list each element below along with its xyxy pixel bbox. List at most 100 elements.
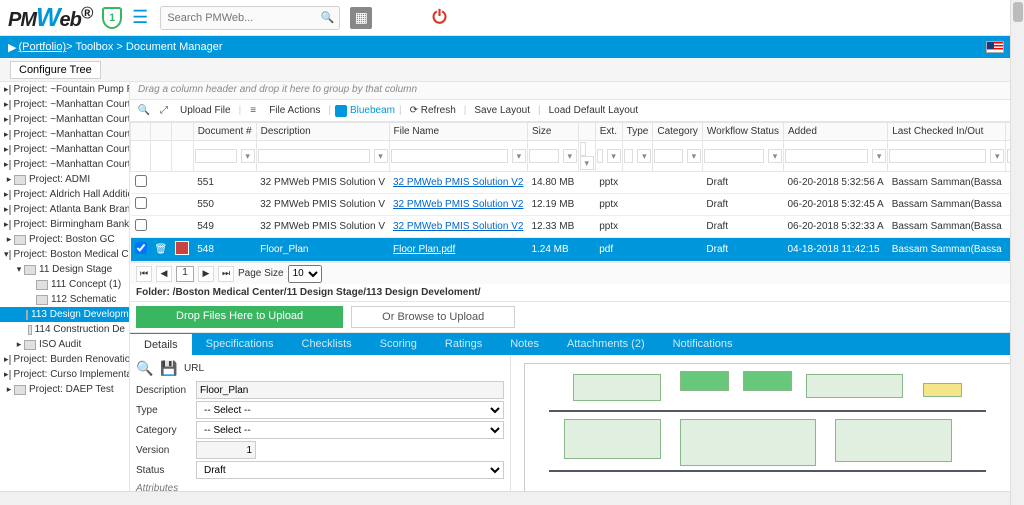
tree-item[interactable]: ▸ Project: ~Manhattan Courth: [0, 157, 129, 172]
column-header[interactable]: [131, 123, 151, 141]
filter-icon[interactable]: ▾: [637, 149, 651, 163]
calendar-icon[interactable]: ▦: [350, 7, 372, 29]
filter-icon[interactable]: ▾: [563, 149, 577, 163]
file-link[interactable]: 32 PMWeb PMIS Solution V2: [393, 199, 523, 210]
table-row[interactable]: 🗑548Floor_PlanFloor Plan.pdf1.24 MBpdfDr…: [131, 238, 1024, 262]
column-header[interactable]: Workflow Status: [702, 123, 783, 141]
page-v-scrollbar[interactable]: [1010, 0, 1024, 505]
detail-version[interactable]: [196, 441, 256, 459]
column-header[interactable]: Added: [783, 123, 887, 141]
flag-icon[interactable]: [986, 41, 1004, 53]
search-icon[interactable]: 🔍: [315, 11, 339, 24]
tree-item[interactable]: 111 Concept (1): [0, 277, 129, 292]
zoom-icon[interactable]: 🔍: [136, 103, 152, 119]
detail-status[interactable]: Draft: [196, 461, 504, 479]
page-h-scrollbar[interactable]: [0, 491, 1010, 505]
file-link[interactable]: 32 PMWeb PMIS Solution V2: [393, 177, 523, 188]
tab-attachments-[interactable]: Attachments (2): [553, 333, 659, 355]
tree-item[interactable]: ▸ Project: ADMI: [0, 172, 129, 187]
tab-details[interactable]: Details: [130, 333, 192, 355]
pager-first[interactable]: ⏮: [136, 266, 152, 282]
column-header[interactable]: Last Checked In/Out: [888, 123, 1006, 141]
configure-tree-button[interactable]: Configure Tree: [10, 61, 101, 79]
detail-zoom-icon[interactable]: 🔍: [136, 359, 154, 377]
expand-icon[interactable]: ⤢: [156, 103, 172, 119]
filter-icon[interactable]: ▾: [687, 149, 701, 163]
menu-icon[interactable]: ☰: [132, 7, 148, 28]
filter-input[interactable]: [889, 149, 986, 163]
project-tree[interactable]: ▸ Project: ~Fountain Pump Re▸ Project: ~…: [0, 82, 130, 505]
tab-checklists[interactable]: Checklists: [288, 333, 366, 355]
filter-icon[interactable]: ▾: [580, 156, 594, 170]
search-input[interactable]: [161, 12, 315, 24]
tab-specifications[interactable]: Specifications: [192, 333, 288, 355]
tab-scoring[interactable]: Scoring: [366, 333, 431, 355]
column-header[interactable]: Description: [256, 123, 389, 141]
column-header[interactable]: File Name: [389, 123, 527, 141]
tree-item[interactable]: ▸ Project: Burden Renovation: [0, 352, 129, 367]
filter-icon[interactable]: ▾: [512, 149, 526, 163]
tree-item[interactable]: ▸ ISO Audit: [0, 337, 129, 352]
drop-files-button[interactable]: Drop Files Here to Upload: [136, 306, 343, 328]
page-size-select[interactable]: 10: [288, 265, 322, 283]
tree-item[interactable]: ▸ Project: Curso Implementac: [0, 367, 129, 382]
tree-item[interactable]: 114 Construction De: [0, 322, 129, 337]
load-layout-button[interactable]: Load Default Layout: [545, 105, 643, 116]
tree-item[interactable]: ▸ Project: ~Manhattan Courth: [0, 112, 129, 127]
filter-input[interactable]: [580, 142, 586, 156]
group-by-hint[interactable]: Drag a column header and drop it here to…: [130, 82, 1024, 100]
tree-item[interactable]: 112 Schematic: [0, 292, 129, 307]
filter-input[interactable]: [654, 149, 683, 163]
save-layout-button[interactable]: Save Layout: [470, 105, 534, 116]
row-checkbox[interactable]: [135, 175, 147, 187]
table-row[interactable]: 55132 PMWeb PMIS Solution V32 PMWeb PMIS…: [131, 172, 1024, 194]
filter-icon[interactable]: ▾: [607, 149, 621, 163]
pager-last[interactable]: ⏭: [218, 266, 234, 282]
filter-input[interactable]: [258, 149, 370, 163]
filter-icon[interactable]: ▾: [990, 149, 1004, 163]
filter-input[interactable]: [624, 149, 634, 163]
file-actions-button[interactable]: File Actions: [265, 105, 324, 116]
filter-input[interactable]: [391, 149, 508, 163]
list-icon[interactable]: ≡: [245, 103, 261, 119]
filter-icon[interactable]: ▾: [768, 149, 782, 163]
column-header[interactable]: [171, 123, 193, 141]
tree-item[interactable]: ▸ Project: ~Manhattan Courth: [0, 142, 129, 157]
tree-item[interactable]: ▸ Project: ~Fountain Pump Re: [0, 82, 129, 97]
tab-ratings[interactable]: Ratings: [431, 333, 496, 355]
column-header[interactable]: [151, 123, 172, 141]
browse-upload-button[interactable]: Or Browse to Upload: [351, 306, 515, 328]
tree-item[interactable]: 113 Design Developm: [0, 307, 129, 322]
tree-item[interactable]: ▸ Project: ~Manhattan Courth: [0, 97, 129, 112]
column-header[interactable]: Size: [527, 123, 578, 141]
search-box[interactable]: 🔍: [160, 6, 340, 30]
row-checkbox[interactable]: [135, 219, 147, 231]
column-header[interactable]: Type: [622, 123, 653, 141]
upload-file-button[interactable]: Upload File: [176, 105, 235, 116]
table-row[interactable]: 55032 PMWeb PMIS Solution V32 PMWeb PMIS…: [131, 194, 1024, 216]
pager-prev[interactable]: ◀: [156, 266, 172, 282]
filter-icon[interactable]: ▾: [872, 149, 886, 163]
document-preview[interactable]: [510, 355, 1024, 505]
filter-icon[interactable]: ▾: [241, 149, 255, 163]
file-link[interactable]: 32 PMWeb PMIS Solution V2: [393, 221, 523, 232]
column-header[interactable]: Category: [653, 123, 703, 141]
tree-item[interactable]: ▸ Project: ~Manhattan Courth: [0, 127, 129, 142]
refresh-button[interactable]: ⟳ Refresh: [406, 105, 460, 116]
filter-input[interactable]: [529, 149, 559, 163]
tree-item[interactable]: ▸ Project: Boston GC: [0, 232, 129, 247]
detail-category[interactable]: -- Select --: [196, 421, 504, 439]
column-header[interactable]: Ext.: [595, 123, 622, 141]
filter-input[interactable]: [195, 149, 237, 163]
table-row[interactable]: 54932 PMWeb PMIS Solution V32 PMWeb PMIS…: [131, 216, 1024, 238]
tree-item[interactable]: ▸ Project: DAEP Test: [0, 382, 129, 397]
shield-icon[interactable]: 1: [102, 7, 122, 29]
tab-notes[interactable]: Notes: [496, 333, 553, 355]
pager-next[interactable]: ▶: [198, 266, 214, 282]
row-checkbox[interactable]: [135, 197, 147, 209]
tree-item[interactable]: ▾ 11 Design Stage: [0, 262, 129, 277]
tree-item[interactable]: ▸ Project: Birmingham Bank: [0, 217, 129, 232]
pager-page[interactable]: 1: [176, 266, 194, 282]
file-link[interactable]: Floor Plan.pdf: [393, 244, 455, 255]
filter-input[interactable]: [704, 149, 764, 163]
